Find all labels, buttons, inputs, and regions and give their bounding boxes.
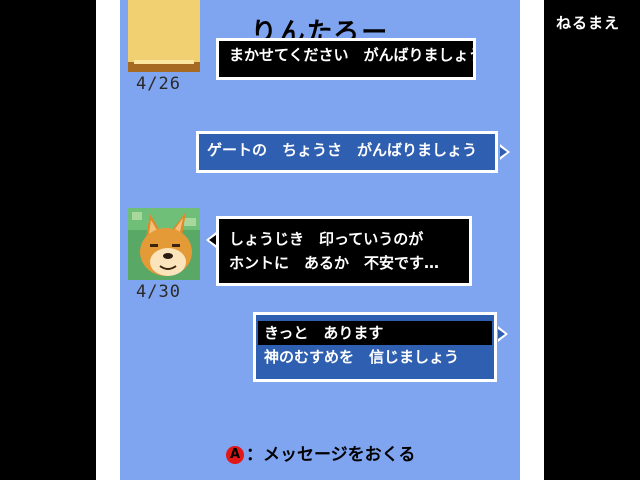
- choice-option-2[interactable]: 神のむすめを 信じましょう: [264, 345, 486, 369]
- bubble-tail-icon: [500, 144, 510, 160]
- message-text-line-1: しょうじき 印っていうのが: [229, 230, 424, 248]
- left-frame: [96, 0, 120, 480]
- selection-cursor-icon: [498, 326, 508, 342]
- bubble-tail-icon: [206, 232, 216, 248]
- message-text: まかせてください がんばりましょう: [229, 46, 476, 64]
- message-text-line-2: ホントに あるか 不安です…: [229, 254, 440, 272]
- right-frame: [520, 0, 544, 480]
- left-border: [0, 0, 96, 480]
- right-border: [544, 0, 640, 480]
- incoming-message-bubble: しょうじき 印っていうのが ホントに あるか 不安です…: [216, 216, 472, 286]
- choice-option-1[interactable]: きっと あります: [258, 321, 492, 345]
- send-message-hint[interactable]: A ：メッセージをおくる: [226, 440, 415, 465]
- dog-portrait-icon: [128, 0, 200, 72]
- message-screen: りんたろー 4/26 まかせてください がんばりましょう ゲートの ちょうさ が…: [120, 0, 520, 480]
- message-text: ゲートの ちょうさ がんばりましょう: [207, 141, 478, 159]
- hint-text: ：メッセージをおくる: [246, 445, 416, 465]
- incoming-message-bubble: まかせてください がんばりましょう: [216, 38, 476, 80]
- message-date: 4/30: [136, 282, 181, 302]
- message-date: 4/26: [136, 74, 181, 94]
- status-label: ねるまえ: [556, 14, 621, 32]
- sent-message-bubble: ゲートの ちょうさ がんばりましょう: [196, 131, 498, 173]
- dog-portrait-icon: [128, 208, 200, 280]
- reply-choices: きっと あります 神のむすめを 信じましょう: [253, 312, 497, 382]
- a-button-icon: A: [226, 446, 244, 464]
